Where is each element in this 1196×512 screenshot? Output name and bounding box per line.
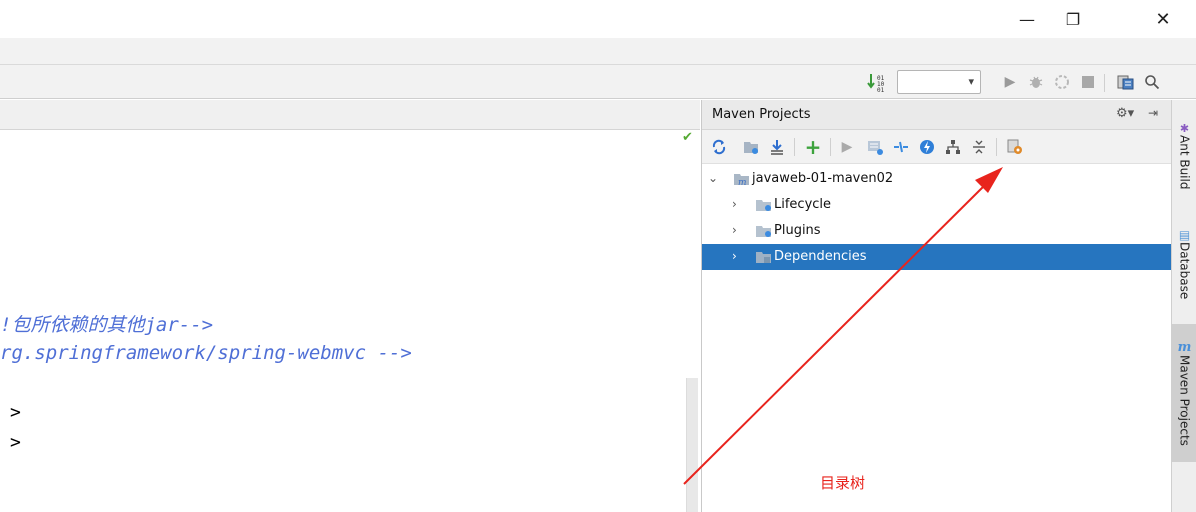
run-icon[interactable]: ▶ — [1000, 72, 1020, 92]
coverage-icon[interactable] — [1052, 72, 1072, 92]
folder-gear-icon — [756, 200, 771, 211]
tree-item-label: javaweb-01-maven02 — [752, 171, 894, 186]
tab-ant-build[interactable]: ✱ Ant Build — [1172, 108, 1196, 204]
maven-module-icon: m — [734, 174, 749, 186]
stop-icon[interactable] — [1078, 72, 1098, 92]
toggle-offline-icon[interactable] — [890, 136, 912, 158]
hide-panel-icon[interactable]: ⇥ — [1148, 106, 1158, 120]
code-editor[interactable]: ✔ !包所依赖的其他jar--> rg.springframework/spri… — [0, 100, 700, 512]
toolbar-separator — [1104, 74, 1105, 92]
folder-library-icon — [756, 252, 771, 263]
chevron-right-icon[interactable]: › — [732, 249, 737, 263]
title-bar: — ❐ ✕ — [0, 0, 1196, 38]
tree-item-label: Dependencies — [774, 249, 867, 264]
debug-icon[interactable] — [1026, 72, 1046, 92]
tab-database[interactable]: ▤ Database — [1172, 216, 1196, 312]
tab-maven-projects[interactable]: m Maven Projects — [1172, 324, 1196, 462]
svg-text:m: m — [738, 178, 747, 186]
minimize-button[interactable]: — — [1004, 0, 1050, 38]
skip-tests-icon[interactable] — [916, 136, 938, 158]
toolbar-separator — [996, 138, 997, 156]
show-dependencies-icon[interactable] — [942, 136, 964, 158]
toolbar-separator — [830, 138, 831, 156]
sidetab-label: Ant Build — [1177, 135, 1192, 190]
tree-item-lifecycle[interactable]: › Lifecycle — [702, 192, 1172, 218]
folder-gear-icon — [756, 226, 771, 237]
code-line[interactable]: !包所依赖的其他jar--> — [0, 310, 213, 337]
collapse-all-icon[interactable] — [968, 136, 990, 158]
run-configuration-icon[interactable] — [864, 136, 886, 158]
inspection-ok-icon: ✔ — [682, 130, 693, 145]
maven-panel-title: Maven Projects — [712, 107, 811, 122]
tree-item-plugins[interactable]: › Plugins — [702, 218, 1172, 244]
tree-item-project-root[interactable]: ⌄ m javaweb-01-maven02 — [702, 166, 1172, 192]
editor-scrollbar[interactable] — [686, 378, 698, 512]
ant-icon: ✱ — [1179, 122, 1190, 136]
add-project-icon[interactable]: + — [802, 135, 824, 159]
code-line[interactable]: > — [10, 432, 21, 453]
code-line[interactable]: rg.springframework/spring-webmvc --> — [0, 342, 412, 364]
tree-item-label: Plugins — [774, 223, 821, 238]
sort-icon[interactable]: 01 10 01 — [866, 72, 888, 92]
download-sources-icon[interactable] — [766, 136, 788, 158]
chevron-down-icon[interactable]: ⌄ — [708, 171, 718, 185]
maven-icon: m — [1177, 340, 1192, 356]
svg-text:01: 01 — [877, 87, 885, 92]
maven-panel-header: Maven Projects ⚙▾ ⇥ — [702, 100, 1172, 130]
menu-bar — [0, 38, 1196, 65]
chevron-right-icon[interactable]: › — [732, 197, 737, 211]
code-line[interactable]: > — [10, 402, 21, 423]
reimport-icon[interactable] — [708, 136, 730, 158]
gear-icon[interactable]: ⚙▾ — [1116, 106, 1134, 121]
run-goal-icon[interactable]: ▶ — [836, 136, 858, 158]
run-config-select[interactable]: ▾ — [897, 70, 981, 94]
database-icon: ▤ — [1178, 228, 1191, 243]
main-toolbar: 01 10 01 ▾ ▶ — [0, 65, 1196, 99]
annotation-label: 目录树 — [820, 474, 866, 492]
close-button[interactable]: ✕ — [1140, 0, 1186, 38]
tree-item-label: Lifecycle — [774, 197, 832, 212]
tree-item-dependencies[interactable]: › Dependencies — [702, 244, 1172, 270]
maven-projects-panel: Maven Projects ⚙▾ ⇥ + ▶ ⌄ m javaweb-01-m… — [701, 100, 1172, 512]
chevron-down-icon: ▾ — [968, 75, 974, 88]
chevron-right-icon[interactable]: › — [732, 223, 737, 237]
project-structure-icon[interactable] — [1116, 72, 1136, 92]
maven-settings-icon[interactable] — [1004, 136, 1026, 158]
right-tool-strip: ✱ Ant Build ▤ Database m Maven Projects — [1171, 100, 1196, 512]
maximize-button[interactable]: ❐ — [1050, 0, 1096, 38]
generate-sources-icon[interactable] — [740, 136, 762, 158]
ide-window: — ❐ ✕ 01 10 01 ▾ ▶ ✔ !包所依赖的其他jar--> rg.s… — [0, 0, 1196, 512]
maven-toolbar: + ▶ — [702, 130, 1172, 164]
sidetab-label: Database — [1177, 242, 1192, 300]
toolbar-separator — [794, 138, 795, 156]
search-icon[interactable] — [1142, 72, 1162, 92]
editor-tab-strip — [0, 100, 700, 130]
sidetab-label: Maven Projects — [1177, 355, 1192, 446]
